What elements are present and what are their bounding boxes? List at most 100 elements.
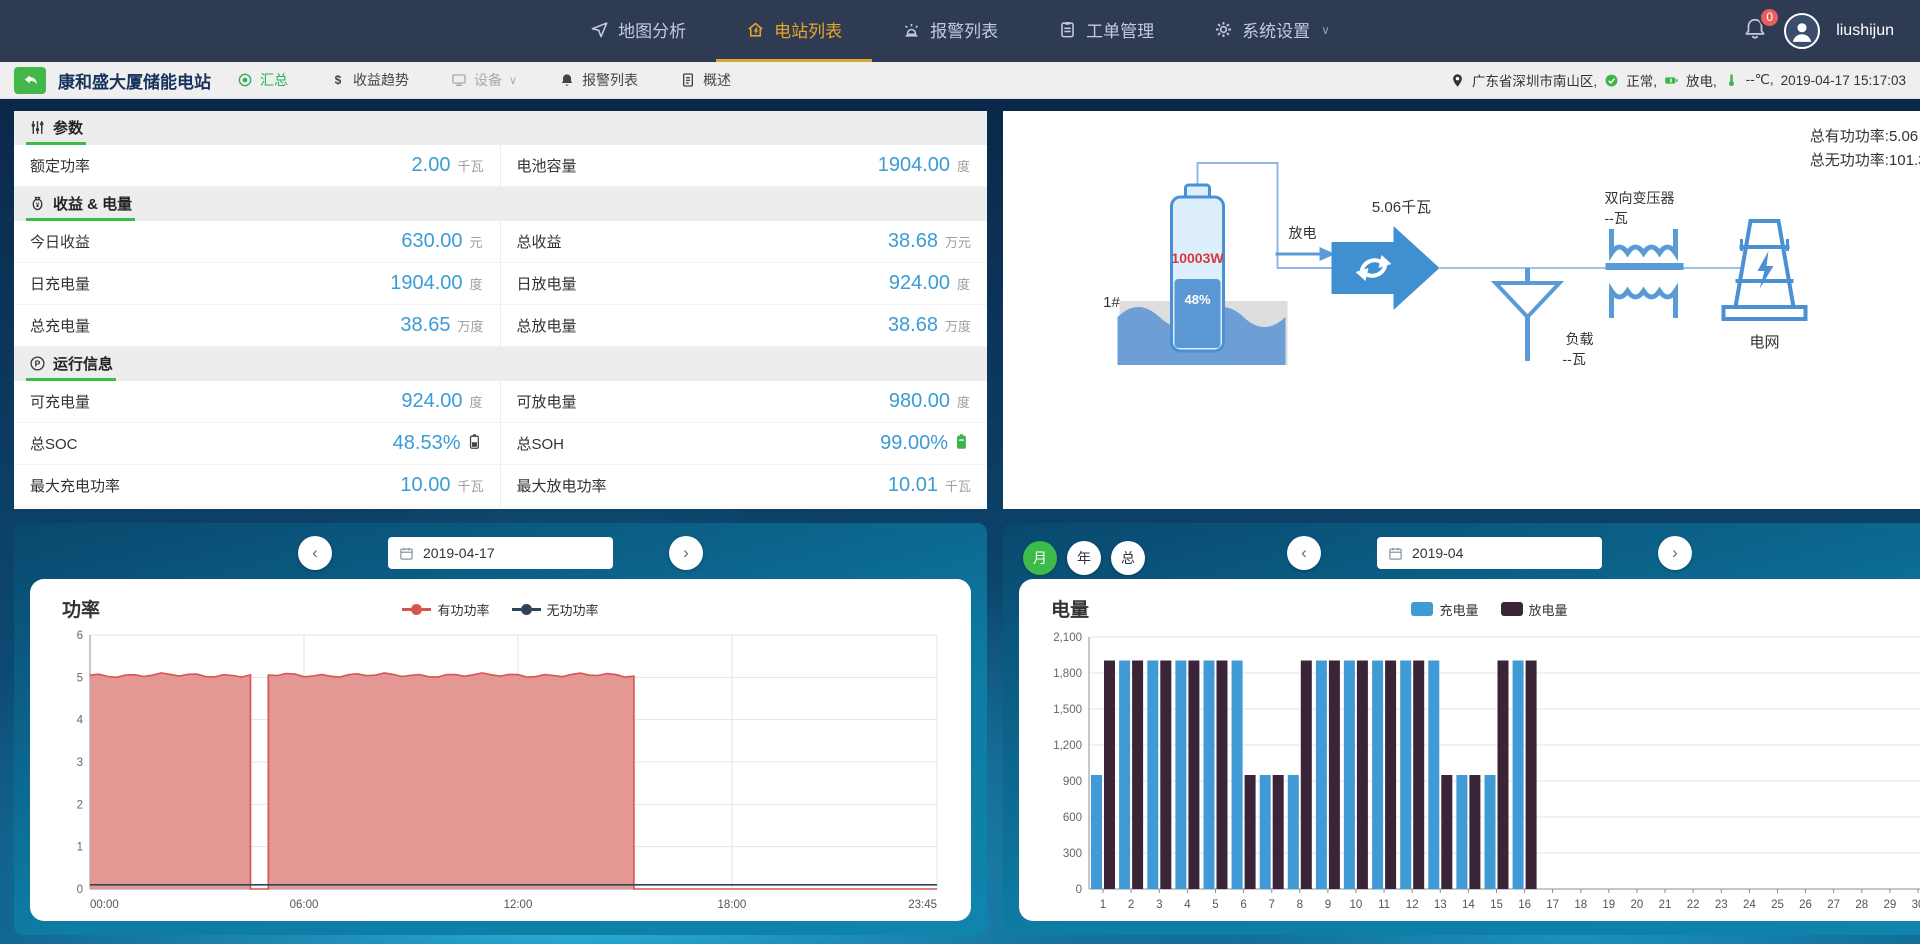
svg-text:12:00: 12:00 bbox=[504, 899, 533, 911]
power-card: ‹ 2019-04-17 › 功率 有功功率 无功功率 bbox=[14, 523, 987, 935]
period-button-年[interactable]: 年 bbox=[1067, 541, 1101, 575]
period-button-总[interactable]: 总 bbox=[1111, 541, 1145, 575]
dollar-icon: $ bbox=[330, 72, 346, 88]
info-cell: 最大充电功率 10.00 千瓦 bbox=[14, 465, 501, 507]
station-tabs: 汇总 $ 收益趋势 设备 ∨ 报警列表 概述 bbox=[237, 70, 731, 90]
info-unit: 千瓦 bbox=[457, 156, 483, 175]
nav-item-work-order[interactable]: 工单管理 bbox=[1028, 0, 1184, 62]
svg-text:17: 17 bbox=[1546, 899, 1559, 911]
info-label: 总SOH bbox=[517, 433, 565, 454]
station-toolbar: 康和盛大厦储能电站 汇总 $ 收益趋势 设备 ∨ 报警列表 概述 广东省深圳市南山… bbox=[0, 62, 1920, 99]
info-unit: 万度 bbox=[457, 316, 483, 335]
legend-item[interactable]: 有功功率 bbox=[402, 600, 489, 619]
info-value: 38.65 bbox=[400, 314, 450, 337]
grid-label: 电网 bbox=[1749, 334, 1779, 351]
svg-text:23: 23 bbox=[1715, 899, 1728, 911]
info-cell: 最大放电功率 10.01 千瓦 bbox=[501, 465, 988, 507]
load-label: 负载 bbox=[1566, 331, 1594, 347]
nav-item-alarm-list[interactable]: 报警列表 bbox=[872, 0, 1028, 62]
toolbar-tab-bell[interactable]: 报警列表 bbox=[559, 70, 638, 90]
energy-prev-month-button[interactable]: ‹ bbox=[1287, 536, 1321, 570]
svg-text:27: 27 bbox=[1827, 899, 1840, 911]
energy-next-month-button[interactable]: › bbox=[1658, 536, 1692, 570]
section-title-label: 收益 & 电量 bbox=[53, 193, 132, 214]
info-value: 10.01 bbox=[888, 474, 938, 497]
info-value: 99.00% bbox=[880, 432, 948, 455]
period-button-月[interactable]: 月 bbox=[1023, 541, 1057, 575]
energy-date-value: 2019-04 bbox=[1412, 545, 1463, 561]
battery-icon bbox=[1664, 73, 1679, 88]
info-unit: 万元 bbox=[945, 232, 971, 251]
info-value: 2.00 bbox=[412, 154, 451, 177]
map-analysis-icon bbox=[590, 20, 609, 39]
load-icon[interactable] bbox=[1496, 283, 1560, 317]
svg-text:0: 0 bbox=[77, 884, 83, 896]
info-label: 最大放电功率 bbox=[517, 475, 607, 496]
toolbar-tab-dollar[interactable]: $ 收益趋势 bbox=[330, 70, 409, 90]
nav-item-label: 地图分析 bbox=[618, 17, 686, 42]
svg-text:11: 11 bbox=[1378, 899, 1390, 911]
legend-item[interactable]: 放电量 bbox=[1501, 600, 1568, 619]
info-cell: 可放电量 980.00 度 bbox=[501, 381, 988, 423]
info-value: 10.00 bbox=[400, 474, 450, 497]
nav-item-station-list[interactable]: 电站列表 bbox=[716, 0, 872, 62]
svg-text:00:00: 00:00 bbox=[90, 899, 119, 911]
nav-user-area: 0 liushijun bbox=[1742, 0, 1894, 62]
info-label: 总收益 bbox=[517, 231, 562, 252]
notifications-button[interactable]: 0 bbox=[1742, 16, 1768, 47]
station-title: 康和盛大厦储能电站 bbox=[58, 68, 211, 93]
power-prev-day-button[interactable]: ‹ bbox=[298, 536, 332, 570]
svg-text:¥: ¥ bbox=[36, 202, 40, 209]
converter-power-label: 5.06千瓦 bbox=[1372, 199, 1431, 216]
svg-text:28: 28 bbox=[1855, 899, 1868, 911]
info-unit: 度 bbox=[957, 392, 971, 411]
info-row: 总充电量 38.65 万度 总放电量 38.68 万度 bbox=[14, 305, 987, 347]
notification-badge: 0 bbox=[1759, 7, 1780, 28]
svg-text:22: 22 bbox=[1687, 899, 1700, 911]
avatar[interactable] bbox=[1784, 13, 1820, 49]
power-date-picker[interactable]: 2019-04-17 bbox=[388, 537, 613, 569]
nav-item-settings[interactable]: 系统设置 ∨ bbox=[1184, 0, 1360, 62]
svg-text:4: 4 bbox=[1184, 899, 1191, 911]
transformer-primary-coil[interactable] bbox=[1612, 229, 1676, 253]
discharge-label: 放电 bbox=[1289, 225, 1317, 241]
back-arrow-icon bbox=[22, 72, 39, 89]
person-icon bbox=[1789, 18, 1815, 44]
info-label: 今日收益 bbox=[30, 231, 90, 252]
power-next-day-button[interactable]: › bbox=[669, 536, 703, 570]
info-cell: 额定功率 2.00 千瓦 bbox=[14, 145, 501, 187]
svg-text:900: 900 bbox=[1063, 776, 1082, 788]
info-label: 可放电量 bbox=[517, 391, 577, 412]
status-text: 广东省深圳市南山区, bbox=[1472, 70, 1597, 90]
svg-text:18: 18 bbox=[1574, 899, 1587, 911]
info-value: 630.00 bbox=[401, 230, 462, 253]
legend-item[interactable]: 无功功率 bbox=[512, 600, 599, 619]
toolbar-tab-label: 收益趋势 bbox=[353, 70, 409, 90]
nav-item-map-analysis[interactable]: 地图分析 bbox=[560, 0, 716, 62]
toolbar-tab-target[interactable]: 汇总 bbox=[237, 70, 288, 90]
info-label: 电池容量 bbox=[517, 155, 577, 176]
info-label: 可充电量 bbox=[30, 391, 90, 412]
legend-item[interactable]: 充电量 bbox=[1411, 600, 1478, 619]
toolbar-tab-doc[interactable]: 概述 bbox=[680, 70, 731, 90]
info-value: 1904.00 bbox=[878, 154, 950, 177]
transformer-value: --瓦 bbox=[1605, 210, 1628, 226]
status-text: 放电, bbox=[1686, 70, 1717, 90]
info-label: 最大充电功率 bbox=[30, 475, 120, 496]
info-cell: 日放电量 924.00 度 bbox=[501, 263, 988, 305]
nav-item-label: 系统设置 bbox=[1242, 17, 1310, 42]
nav-item-label: 报警列表 bbox=[930, 17, 998, 42]
period-switcher: 月 年 总 bbox=[1023, 541, 1145, 575]
power-chart-legend: 有功功率 无功功率 bbox=[402, 600, 598, 619]
svg-text:300: 300 bbox=[1063, 848, 1082, 860]
power-card-header: ‹ 2019-04-17 › bbox=[30, 535, 971, 571]
nav-item-label: 工单管理 bbox=[1086, 17, 1154, 42]
info-label: 日充电量 bbox=[30, 273, 90, 294]
load-value: --瓦 bbox=[1563, 351, 1586, 367]
energy-date-picker[interactable]: 2019-04 bbox=[1377, 537, 1602, 569]
thermometer-icon bbox=[1724, 73, 1739, 88]
svg-text:20: 20 bbox=[1631, 899, 1644, 911]
back-button[interactable] bbox=[14, 67, 46, 94]
toolbar-tab-device[interactable]: 设备 ∨ bbox=[451, 70, 517, 90]
p-circle-icon: P bbox=[29, 355, 46, 372]
